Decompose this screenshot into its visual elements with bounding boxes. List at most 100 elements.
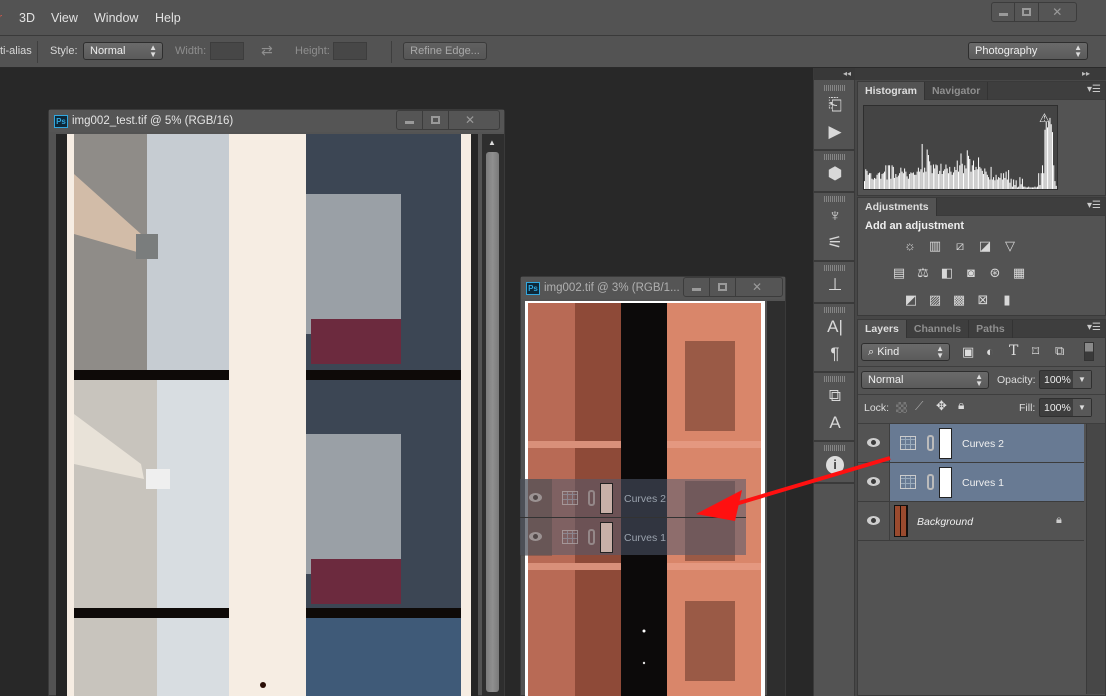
menu-window[interactable]: Window [94, 11, 138, 25]
history-icon[interactable]: ⎗ [814, 91, 856, 118]
swap-arrows-icon[interactable]: ⇄ [261, 42, 273, 59]
document-titlebar[interactable]: Ps img002.tif @ 3% (RGB/1... ✕ [521, 277, 785, 299]
gradient-map-icon[interactable]: ▮ [999, 292, 1015, 307]
chain-link-icon[interactable] [927, 435, 934, 451]
histogram-bin [1039, 185, 1041, 189]
layer-name[interactable]: Curves 2 [962, 438, 1004, 450]
document-canvas[interactable] [56, 134, 478, 696]
posterize-icon[interactable]: ▨ [927, 292, 943, 307]
layer-filter-select[interactable]: ⌕ Kind ▲ ▼ [861, 343, 950, 361]
menu-view[interactable]: View [51, 11, 78, 25]
exposure-icon[interactable]: ◪ [977, 238, 993, 253]
3d-icon[interactable]: ⬢ [814, 160, 856, 187]
black-white-icon[interactable]: ◧ [939, 265, 955, 280]
document-titlebar[interactable]: Ps img002_test.tif @ 5% (RGB/16) ✕ [49, 110, 504, 132]
paragraph-icon[interactable]: ¶ [814, 340, 856, 367]
lock-all-icon[interactable]: 🔒︎ [958, 398, 964, 413]
expand-panels-button[interactable]: ▸▸ [855, 68, 1106, 80]
layer-mask-thumbnail[interactable] [939, 467, 952, 498]
doc-close-button[interactable]: ✕ [449, 111, 491, 129]
clone-source-icon[interactable]: ⊥ [814, 271, 856, 298]
workspace-select[interactable]: Photography ▲ ▼ [968, 42, 1088, 60]
layers-scrollbar[interactable] [1086, 424, 1105, 694]
eye-icon[interactable] [867, 516, 880, 525]
refine-edge-button[interactable]: Refine Edge... [403, 42, 487, 60]
filter-toggle-switch[interactable] [1084, 342, 1094, 361]
collapse-icons-button[interactable]: ◂◂ [814, 68, 855, 80]
layer-name[interactable]: Background [917, 516, 973, 528]
app-minimize-button[interactable] [992, 3, 1016, 21]
character-icon[interactable]: A| [814, 313, 856, 340]
channel-mixer-icon[interactable]: ⊛ [987, 265, 1003, 280]
tab-adjustments[interactable]: Adjustments [858, 198, 937, 216]
panel-menu-icon[interactable]: ▾☰ [1087, 84, 1101, 95]
color-balance-icon[interactable]: ⚖ [915, 265, 931, 280]
actions-play-icon[interactable]: ▶ [814, 118, 856, 145]
doc-minimize-button[interactable] [684, 278, 710, 296]
panel-menu-icon[interactable]: ▾☰ [1087, 200, 1101, 211]
brightness-contrast-icon[interactable]: ☼ [902, 238, 918, 253]
height-input[interactable] [333, 42, 367, 60]
tab-channels[interactable]: Channels [907, 320, 970, 338]
selective-color-icon[interactable]: ⊠ [975, 292, 991, 307]
brush-presets-icon[interactable]: ♆ [814, 202, 856, 229]
curves-icon[interactable]: ⧄ [952, 238, 968, 253]
style-select[interactable]: Normal ▲ ▼ [83, 42, 163, 60]
photo-filter-icon[interactable]: ◙ [963, 265, 979, 280]
brush-icon[interactable]: ⚟ [814, 229, 856, 256]
opacity-field[interactable]: 100% ▼ [1039, 370, 1092, 389]
histogram-bin [985, 171, 987, 189]
width-input[interactable] [210, 42, 244, 60]
anti-alias-label[interactable]: ti-alias [0, 45, 32, 57]
menu-help[interactable]: Help [155, 11, 181, 25]
layer-row-curves-2[interactable]: Curves 2 [858, 424, 1084, 463]
layer-row-background[interactable]: Background 🔒︎ [858, 502, 1084, 541]
eye-icon[interactable] [867, 438, 880, 447]
filter-adjustment-icon[interactable]: ◐ [986, 344, 994, 359]
tab-layers[interactable]: Layers [858, 320, 907, 338]
menu-item-partial[interactable]: r [0, 11, 2, 25]
opacity-dropdown-icon[interactable]: ▼ [1073, 371, 1091, 388]
cache-warning-icon[interactable]: ⚠ [1039, 111, 1050, 125]
filter-smart-object-icon[interactable]: ⧉ [1055, 343, 1064, 359]
layer-row-curves-1[interactable]: Curves 1 [858, 463, 1084, 502]
opacity-value: 100% [1044, 374, 1071, 386]
scrollbar-thumb[interactable] [486, 152, 499, 692]
lock-paint-icon[interactable]: ⟋ [915, 399, 923, 414]
app-close-button[interactable]: ✕ [1039, 3, 1076, 21]
eye-icon[interactable] [867, 477, 880, 486]
filter-shape-icon[interactable]: ⌑ [1032, 343, 1039, 360]
doc-minimize-button[interactable] [397, 111, 423, 129]
info-icon[interactable]: i [814, 451, 856, 478]
lock-position-icon[interactable]: ✥ [936, 398, 947, 414]
threshold-icon[interactable]: ▩ [951, 292, 967, 307]
doc-maximize-button[interactable] [423, 111, 449, 129]
character-styles-icon[interactable]: A [814, 409, 856, 436]
tab-paths[interactable]: Paths [969, 320, 1013, 338]
invert-icon[interactable]: ◩ [903, 292, 919, 307]
chain-link-icon[interactable] [927, 474, 934, 490]
doc-close-button[interactable]: ✕ [736, 278, 778, 296]
color-lookup-icon[interactable]: ▦ [1011, 265, 1027, 280]
fill-dropdown-icon[interactable]: ▼ [1073, 399, 1091, 416]
scroll-up-icon[interactable]: ▲ [488, 138, 496, 147]
levels-icon[interactable]: ▥ [927, 238, 943, 253]
panel-menu-icon[interactable]: ▾☰ [1087, 322, 1101, 333]
vertical-scrollbar[interactable]: ▲ [482, 134, 504, 696]
filter-pixel-icon[interactable]: ▣ [962, 344, 974, 360]
vertical-scrollbar[interactable] [767, 301, 785, 696]
hue-saturation-icon[interactable]: ▤ [891, 265, 907, 280]
layer-mask-thumbnail[interactable] [939, 428, 952, 459]
filter-type-icon[interactable]: T [1009, 343, 1018, 359]
fill-field[interactable]: 100% ▼ [1039, 398, 1092, 417]
lock-transparent-icon[interactable] [896, 402, 907, 413]
menu-3d[interactable]: 3D [19, 11, 35, 25]
tab-navigator[interactable]: Navigator [925, 82, 989, 100]
tab-histogram[interactable]: Histogram [858, 82, 925, 100]
doc-maximize-button[interactable] [710, 278, 736, 296]
app-maximize-button[interactable] [1015, 3, 1039, 21]
vibrance-icon[interactable]: ▽ [1002, 238, 1018, 253]
blend-mode-select[interactable]: Normal ▲ ▼ [861, 371, 989, 389]
paragraph-styles-icon[interactable]: ⧉ [814, 382, 856, 409]
layer-name[interactable]: Curves 1 [962, 477, 1004, 489]
